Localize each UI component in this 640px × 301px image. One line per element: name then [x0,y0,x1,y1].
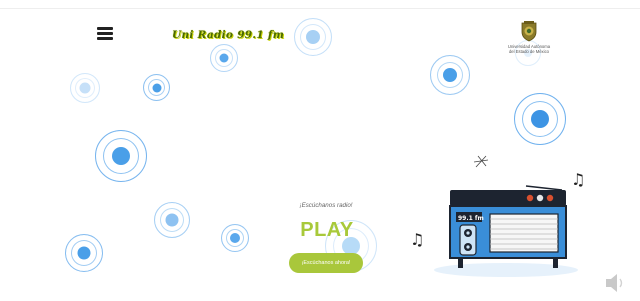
listen-now-button[interactable]: ¡Escúchanos ahora! [289,253,363,273]
music-note-icon: ♫ [410,230,425,249]
hamburger-menu-icon[interactable] [97,27,113,40]
ring-decoration [294,18,332,56]
listen-prompt: ¡Escúchanos radio! [299,202,353,209]
speaker-volume-icon[interactable] [603,271,625,295]
ring-decoration [430,55,470,95]
frequency-display: 99.1 fm [458,215,484,222]
ring-decoration [143,74,170,101]
ring-decoration [70,73,100,103]
play-button[interactable]: PLAY [296,219,358,242]
university-seal-icon [521,21,537,42]
vintage-radio-icon: 99.1 fm [434,155,578,277]
radio-landing-page: Uni Radio 99.1 fm Universidad Autónoma d… [0,0,640,301]
brand-logo[interactable]: Uni Radio 99.1 fm [172,29,284,41]
university-logo[interactable]: Universidad Autónoma del Estado de Méxic… [494,20,564,54]
ring-decoration [154,202,190,238]
ring-decoration [221,224,249,252]
institution-line: del Estado de México [508,49,550,54]
ring-decoration [210,44,238,72]
ring-decoration [65,234,103,272]
ring-decoration [95,130,147,182]
ring-decoration [514,93,566,145]
top-divider [0,8,640,9]
